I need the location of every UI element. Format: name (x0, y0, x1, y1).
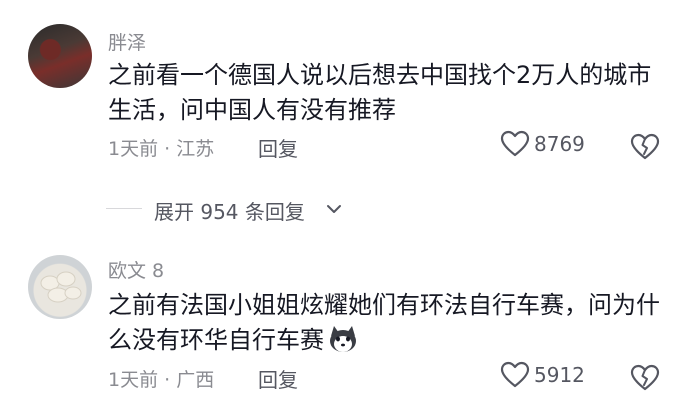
divider (106, 208, 142, 209)
comment-time: 1天前 (108, 138, 159, 160)
comment-location: 广西 (176, 369, 215, 391)
dumplings-image (40, 271, 82, 303)
comment-meta: 1天前 · 广西 (108, 365, 214, 392)
reply-button[interactable]: 回复 (258, 133, 298, 162)
username[interactable]: 欧文 8 (108, 256, 164, 283)
heart-outline-icon (500, 130, 530, 157)
like-button[interactable]: 5912 (500, 361, 585, 389)
broken-heart-icon[interactable] (630, 363, 660, 393)
username[interactable]: 胖泽 (108, 28, 146, 55)
meta-separator: · (164, 138, 171, 160)
meta-separator: · (164, 369, 171, 391)
like-count: 8769 (534, 132, 585, 156)
comment-time: 1天前 (108, 369, 159, 391)
comment-meta: 1天前 · 江苏 (108, 134, 214, 161)
comment-location: 江苏 (176, 138, 215, 160)
comment-item: 胖泽 之前看一个德国人说以后想去中国找个2万人的城市生活，问中国人有没有推荐 1… (0, 0, 690, 185)
broken-heart-icon[interactable] (630, 132, 660, 162)
comment-text-content: 之前有法国小姐姐炫耀她们有环法自行车赛，问为什么没有环华自行车赛 (108, 291, 660, 354)
husky-emoji-icon (330, 326, 356, 352)
comment-text: 之前有法国小姐姐炫耀她们有环法自行车赛，问为什么没有环华自行车赛 (108, 288, 668, 358)
comment-text: 之前看一个德国人说以后想去中国找个2万人的城市生活，问中国人有没有推荐 (108, 61, 652, 124)
comment-item: 欧文 8 之前有法国小姐姐炫耀她们有环法自行车赛，问为什么没有环华自行车赛 1天… (0, 240, 690, 416)
like-button[interactable]: 8769 (500, 130, 585, 158)
reply-button[interactable]: 回复 (258, 364, 298, 393)
heart-outline-icon (500, 361, 530, 388)
expand-replies-button[interactable]: 展开 954 条回复 (154, 196, 305, 225)
like-count: 5912 (534, 363, 585, 387)
avatar[interactable] (28, 24, 92, 88)
expand-replies-row[interactable]: 展开 954 条回复 (0, 192, 690, 224)
chevron-down-icon[interactable] (325, 200, 343, 218)
avatar[interactable] (28, 255, 92, 319)
